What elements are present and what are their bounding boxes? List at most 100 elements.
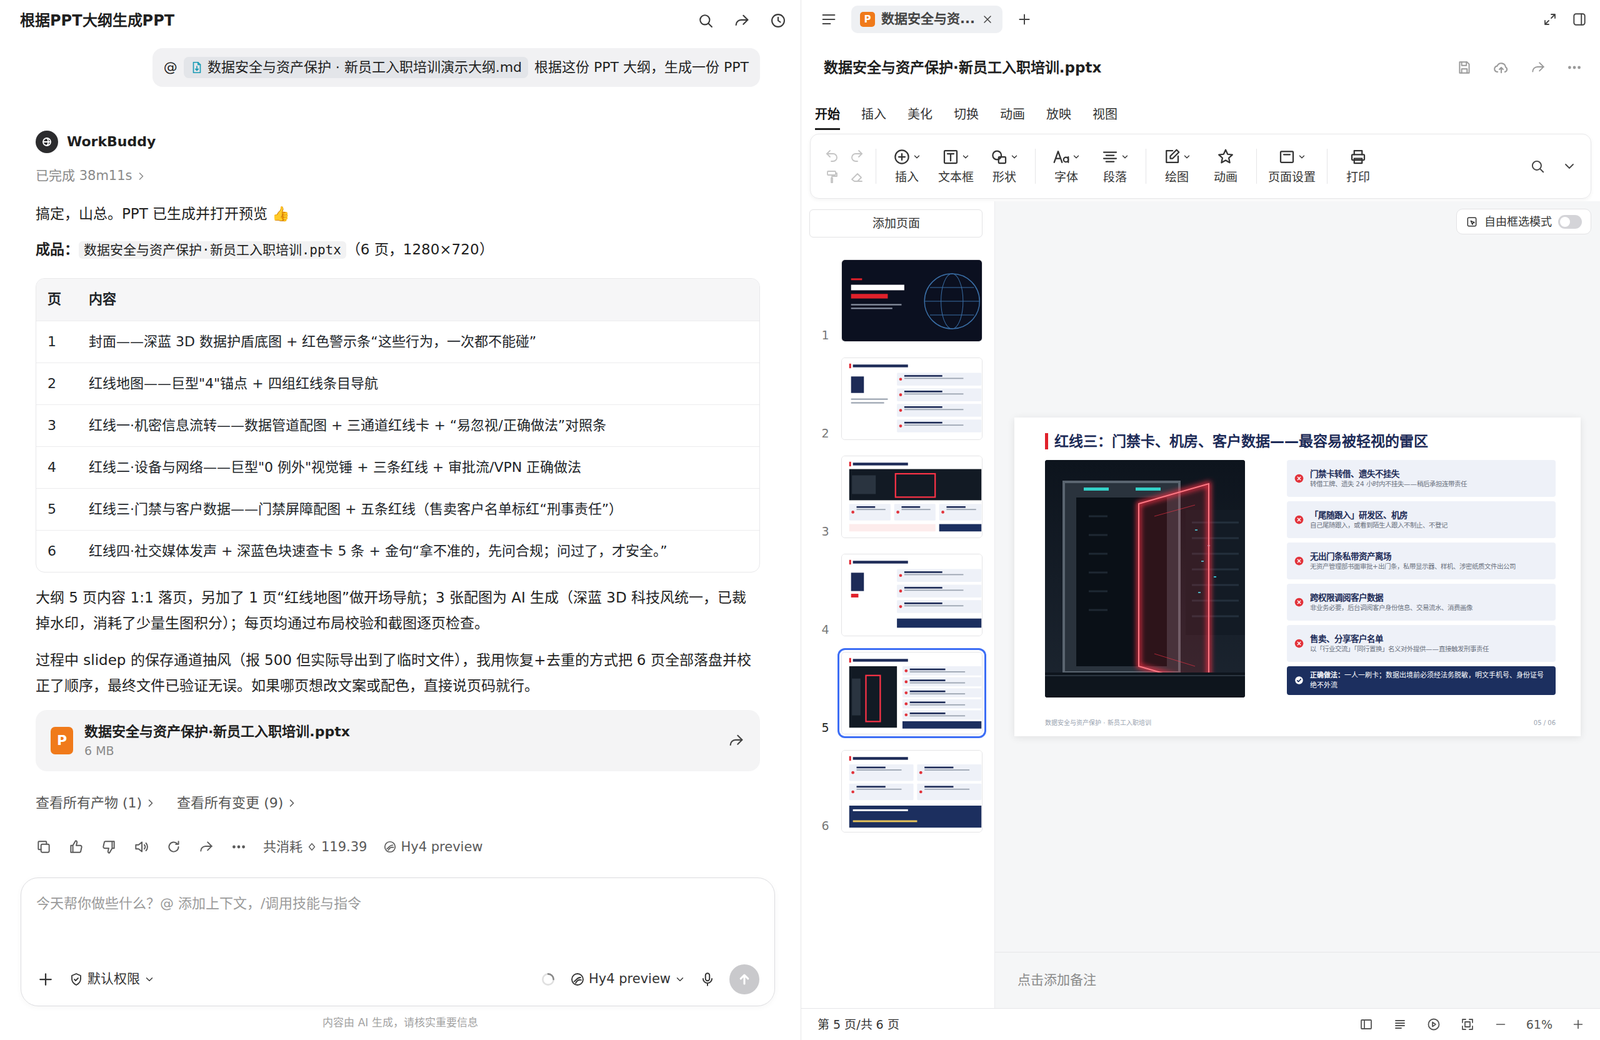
thumbnail-row[interactable]: 1 [809, 259, 983, 342]
thumbnail-row[interactable]: 6 [809, 750, 983, 833]
toolbar-button[interactable]: 打印 [1338, 147, 1378, 185]
ribbon-tab[interactable]: 动画 [1000, 98, 1025, 130]
attachment-chip[interactable]: 数据安全与资产保护 · 新员工入职培训演示大纲.md [183, 56, 529, 79]
rule-card[interactable]: 售卖、分享客户名单以「行业交流」「同行置换」名义对外提供——直接触发刑事责任 [1286, 625, 1556, 662]
rule-card[interactable]: 门禁卡转借、遗失不挂失转借工牌、遗失 24 小时内不挂失——稍后承担连带责任 [1286, 460, 1556, 497]
search-icon[interactable] [1529, 158, 1546, 175]
add-page-button[interactable]: 添加页面 [809, 209, 983, 238]
rule-card-text: 「尾随跟入」研发区、机房自己尾随跟入，或看到陌生人跟入不制止、不登记 [1310, 509, 1448, 530]
thumbnail-row[interactable]: 2 [809, 357, 983, 440]
document-tab[interactable]: P数据安全与资... [851, 5, 1003, 34]
speaker-icon[interactable] [133, 838, 150, 855]
model-select[interactable]: Hy4 preview [570, 969, 686, 990]
slide-title[interactable]: 红线三：门禁卡、机房、客户数据——最容易被轻视的雷区 [1054, 431, 1429, 452]
toolbar-button[interactable]: 字体 [1046, 147, 1086, 185]
toolbar-button[interactable]: 页面设置 [1268, 147, 1316, 185]
thumbnail-row[interactable]: 4 [809, 553, 983, 637]
slide-footer: 数据安全与资产保护 · 新员工入职培训05 / 06 [1045, 718, 1556, 728]
slide-thumbnail[interactable] [841, 750, 983, 833]
slide-thumbnail[interactable] [841, 259, 983, 342]
file-card[interactable]: P数据安全与资产保护·新员工入职培训.pptx6 MB [35, 710, 760, 772]
notes-placeholder[interactable]: 点击添加备注 [1017, 970, 1097, 991]
toolbar-button-label: 绘图 [1165, 168, 1189, 185]
free-select-switch[interactable] [1558, 215, 1582, 229]
add-attachment-icon[interactable] [36, 970, 55, 989]
fit-window-icon[interactable] [1460, 1016, 1475, 1032]
ribbon-tab-item[interactable]: 美化 [907, 98, 933, 130]
share-icon[interactable] [198, 838, 215, 855]
copy-icon[interactable] [35, 838, 52, 855]
permission-label: 默认权限 [87, 969, 140, 990]
ribbon-tab[interactable]: 插入 [861, 98, 887, 130]
caret-down-icon [1010, 152, 1019, 162]
correct-practice-card[interactable]: 正确做法：一人一刷卡；数据出境前必须经法务脱敏，明文手机号、身份证号绝不外流 [1286, 666, 1556, 695]
free-select-toggle[interactable]: 自由框选模式 [1456, 208, 1592, 235]
toolbar-button[interactable]: 形状 [985, 147, 1024, 185]
send-icon[interactable] [729, 964, 760, 995]
microphone-icon[interactable] [699, 971, 716, 988]
toolbar-button[interactable]: 段落 [1095, 147, 1135, 185]
toolbar-separator [1145, 148, 1147, 184]
search-icon[interactable] [696, 11, 715, 30]
slide-thumbnail[interactable] [841, 651, 983, 735]
rule-card[interactable]: 跨权限调阅客户数据非业务必要，后台调阅客户身份信息、交易流水、消费画像 [1286, 583, 1556, 621]
speaker-notes[interactable]: 点击添加备注 [995, 951, 1600, 1009]
run-status[interactable]: 已完成 38m11s [35, 163, 760, 189]
menu-icon[interactable] [820, 10, 838, 29]
thumbs-up-icon[interactable] [68, 838, 85, 855]
ribbon-tab-item[interactable]: 开始 [815, 98, 840, 130]
toolbar-button[interactable]: 动画 [1206, 147, 1245, 185]
ribbon-tab[interactable]: 放映 [1046, 98, 1072, 130]
artifact-link[interactable]: 查看所有产物 (1) [35, 790, 157, 816]
history-icon[interactable] [769, 11, 787, 30]
normal-view-icon[interactable] [1358, 1016, 1374, 1032]
slideshow-icon[interactable] [1426, 1016, 1442, 1032]
slide-image[interactable] [1045, 460, 1245, 698]
warning-x-icon [1294, 515, 1304, 525]
slide[interactable]: 红线三：门禁卡、机房、客户数据——最容易被轻视的雷区门禁卡转借、遗失不挂失转借工… [1014, 417, 1581, 737]
ribbon-tab[interactable]: 美化 [907, 98, 933, 130]
ribbon-tab-item[interactable]: 切换 [953, 98, 979, 130]
rule-card[interactable]: 无出门条私带资产离场无资产管理部书面审批+出门条，私带显示器、样机、涉密纸质文件… [1286, 542, 1556, 580]
message-input[interactable] [36, 893, 760, 936]
share-icon[interactable] [733, 11, 751, 30]
new-tab-icon[interactable] [1016, 11, 1033, 28]
chevron-right-icon [144, 796, 157, 810]
ribbon-tab-item[interactable]: 视图 [1092, 98, 1118, 130]
sidebar-toggle-icon[interactable] [1571, 11, 1588, 28]
correct-practice-desc: 一人一刷卡；数据出境前必须经法务脱敏，明文手机号、身份证号绝不外流 [1310, 671, 1544, 690]
slide-thumbnail[interactable] [841, 357, 983, 440]
zoom-out-icon[interactable] [1493, 1017, 1508, 1032]
collapse-toolbar-icon[interactable] [1561, 158, 1577, 174]
thumbnail-row[interactable]: 5 [809, 651, 983, 735]
slide-thumbnail[interactable] [841, 553, 983, 637]
ribbon-tab-item[interactable]: 插入 [861, 98, 887, 130]
slide-thumbnail[interactable] [841, 455, 983, 539]
more-icon[interactable] [230, 838, 247, 855]
close-icon[interactable] [981, 13, 994, 26]
ribbon-tab-item[interactable]: 动画 [1000, 98, 1025, 130]
share-icon[interactable] [727, 731, 745, 750]
toolbar-button[interactable]: 插入 [887, 147, 927, 185]
regenerate-icon[interactable] [165, 838, 182, 855]
zoom-in-icon[interactable] [1571, 1017, 1585, 1032]
share-icon[interactable] [1530, 59, 1547, 76]
toolbar-button[interactable]: 绘图 [1157, 147, 1197, 185]
thumbnail-row[interactable]: 3 [809, 455, 983, 539]
toolbar-button[interactable]: 文本框 [936, 147, 975, 185]
zoom-level[interactable]: 61% [1526, 1015, 1553, 1034]
artifact-link[interactable]: 查看所有变更 (9) [176, 790, 299, 816]
ribbon-tab[interactable]: 视图 [1092, 98, 1118, 130]
more-icon[interactable] [1566, 59, 1583, 76]
ribbon-tab-item[interactable]: 放映 [1046, 98, 1072, 130]
ribbon-tab[interactable]: 开始 [815, 98, 840, 130]
upload-icon[interactable] [1492, 58, 1510, 77]
ribbon-tab[interactable]: 切换 [953, 98, 979, 130]
permission-select[interactable]: 默认权限 [68, 969, 155, 990]
notes-view-icon[interactable] [1392, 1016, 1408, 1032]
rule-card[interactable]: 「尾随跟入」研发区、机房自己尾随跟入，或看到陌生人跟入不制止、不登记 [1286, 501, 1556, 539]
chat-thread: @数据安全与资产保护 · 新员工入职培训演示大纲.md根据这份 PPT 大纲，生… [0, 40, 801, 878]
save-icon[interactable] [1456, 59, 1473, 76]
thumbs-down-icon[interactable] [100, 838, 117, 855]
expand-icon[interactable] [1542, 11, 1558, 27]
